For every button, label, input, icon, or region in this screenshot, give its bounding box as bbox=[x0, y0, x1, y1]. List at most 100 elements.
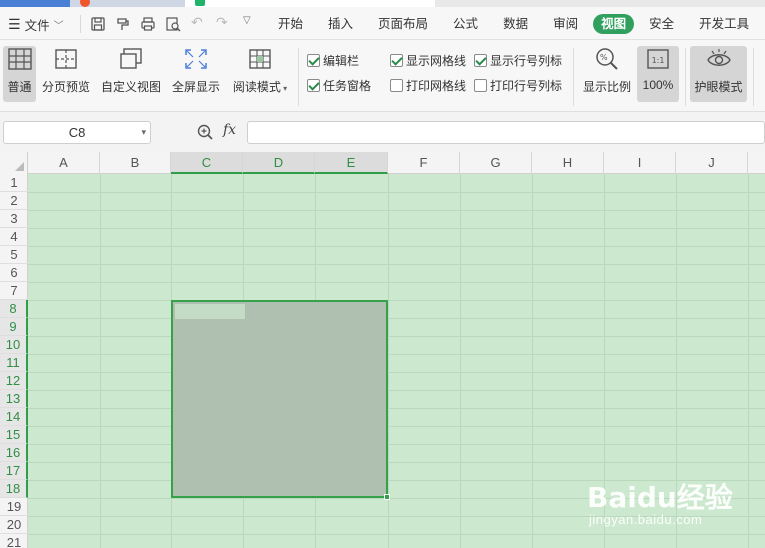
spreadsheet-grid[interactable]: A B C D E F G H I J 1 2 3 4 5 6 7 8 9 10… bbox=[0, 152, 765, 548]
name-box-dropdown-icon[interactable]: ▾ bbox=[141, 122, 146, 143]
column-header-b[interactable]: B bbox=[100, 152, 171, 174]
tab-formulas[interactable]: 公式 bbox=[443, 14, 488, 34]
row-header-16[interactable]: 16 bbox=[0, 444, 28, 462]
ribbon-divider bbox=[685, 48, 686, 106]
column-header-e[interactable]: E bbox=[315, 152, 388, 174]
tab-document-active[interactable] bbox=[185, 0, 435, 7]
tab-home-window[interactable] bbox=[0, 0, 70, 7]
select-all-corner[interactable] bbox=[0, 152, 28, 174]
row-header-4[interactable]: 4 bbox=[0, 228, 28, 246]
format-painter-icon[interactable] bbox=[115, 16, 131, 32]
print-gridlines-toggle[interactable]: 打印网格线 bbox=[390, 77, 466, 94]
active-cell[interactable] bbox=[175, 304, 245, 319]
print-icon[interactable] bbox=[140, 16, 156, 32]
row-header-20[interactable]: 20 bbox=[0, 516, 28, 534]
undo-icon[interactable]: ↶ bbox=[191, 14, 207, 30]
normal-view-icon bbox=[5, 46, 35, 72]
fill-handle[interactable] bbox=[384, 494, 390, 500]
row-header-19[interactable]: 19 bbox=[0, 498, 28, 516]
zoom-button[interactable]: % 显示比例 bbox=[581, 46, 633, 95]
row-header-15[interactable]: 15 bbox=[0, 426, 28, 444]
eye-icon bbox=[704, 46, 734, 72]
row-header-21[interactable]: 21 bbox=[0, 534, 28, 548]
normal-view-button[interactable]: 普通 bbox=[3, 46, 36, 102]
row-header-13[interactable]: 13 bbox=[0, 390, 28, 408]
tab-start[interactable]: 开始 bbox=[268, 14, 313, 34]
customize-dropdown-icon[interactable]: ▽ bbox=[243, 15, 259, 31]
formula-bar-toggle[interactable]: 编辑栏 bbox=[307, 52, 359, 69]
column-header-g[interactable]: G bbox=[460, 152, 532, 174]
column-header-c[interactable]: C bbox=[171, 152, 243, 174]
print-headings-toggle[interactable]: 打印行号列标 bbox=[474, 77, 562, 94]
tab-page-layout[interactable]: 页面布局 bbox=[368, 14, 438, 34]
row-header-17[interactable]: 17 bbox=[0, 462, 28, 480]
row-header-14[interactable]: 14 bbox=[0, 408, 28, 426]
row-header-3[interactable]: 3 bbox=[0, 210, 28, 228]
svg-text:%: % bbox=[600, 53, 608, 62]
tab-insert[interactable]: 插入 bbox=[318, 14, 363, 34]
checkbox[interactable] bbox=[307, 54, 320, 67]
row-headers: 1 2 3 4 5 6 7 8 9 10 11 12 13 14 15 16 1… bbox=[0, 174, 28, 548]
row-header-12[interactable]: 12 bbox=[0, 372, 28, 390]
column-header-f[interactable]: F bbox=[388, 152, 460, 174]
column-header-i[interactable]: I bbox=[604, 152, 676, 174]
tab-security[interactable]: 安全 bbox=[639, 14, 684, 34]
zoom-100-button[interactable]: 1:1 100% bbox=[637, 46, 679, 102]
gridline bbox=[532, 174, 533, 548]
name-box[interactable]: C8 ▾ bbox=[3, 121, 151, 144]
print-headings-label: 打印行号列标 bbox=[490, 79, 563, 93]
full-screen-icon bbox=[181, 46, 211, 72]
tab-view[interactable]: 视图 bbox=[593, 13, 635, 34]
save-icon[interactable] bbox=[90, 16, 106, 32]
eye-protection-button[interactable]: 护眼模式 bbox=[690, 46, 747, 102]
tab-document-1[interactable] bbox=[70, 0, 185, 7]
file-menu-button[interactable]: ☰ 文件 ﹀ bbox=[8, 15, 64, 34]
row-header-6[interactable]: 6 bbox=[0, 264, 28, 282]
full-screen-label: 全屏显示 bbox=[171, 80, 220, 94]
show-gridlines-toggle[interactable]: 显示网格线 bbox=[390, 52, 466, 69]
page-break-preview-button[interactable]: 分页预览 bbox=[41, 46, 91, 95]
column-header-j[interactable]: J bbox=[676, 152, 748, 174]
row-header-2[interactable]: 2 bbox=[0, 192, 28, 210]
row-header-8[interactable]: 8 bbox=[0, 300, 28, 318]
menu-bar: ☰ 文件 ﹀ ↶ ↷ ▽ 开始 插入 页面布局 公式 数据 审阅 视图 安全 开… bbox=[0, 7, 765, 40]
gridline bbox=[28, 282, 765, 283]
gridline bbox=[28, 534, 765, 535]
show-headings-toggle[interactable]: 显示行号列标 bbox=[474, 52, 562, 69]
reading-mode-label: 阅读模式 bbox=[232, 80, 281, 94]
row-header-11[interactable]: 11 bbox=[0, 354, 28, 372]
print-preview-icon[interactable] bbox=[165, 16, 181, 32]
task-pane-toggle-label: 任务窗格 bbox=[323, 79, 372, 93]
reading-mode-dropdown-icon[interactable]: ▾ bbox=[281, 84, 287, 93]
page-break-label: 分页预览 bbox=[41, 80, 90, 94]
row-header-7[interactable]: 7 bbox=[0, 282, 28, 300]
row-header-18[interactable]: 18 bbox=[0, 480, 28, 498]
tab-review[interactable]: 审阅 bbox=[543, 14, 588, 34]
row-header-1[interactable]: 1 bbox=[0, 174, 28, 192]
row-header-9[interactable]: 9 bbox=[0, 318, 28, 336]
column-header-a[interactable]: A bbox=[28, 152, 100, 174]
column-header-d[interactable]: D bbox=[243, 152, 315, 174]
show-headings-label: 显示行号列标 bbox=[490, 54, 563, 68]
checkbox[interactable] bbox=[474, 79, 487, 92]
reading-mode-button[interactable]: 阅读模式 ▾ bbox=[230, 46, 290, 95]
column-header-h[interactable]: H bbox=[532, 152, 604, 174]
zoom-in-icon[interactable] bbox=[197, 124, 213, 140]
checkbox[interactable] bbox=[474, 54, 487, 67]
tab-data[interactable]: 数据 bbox=[493, 14, 538, 34]
row-header-5[interactable]: 5 bbox=[0, 246, 28, 264]
gridline bbox=[28, 480, 765, 481]
tab-developer[interactable]: 开发工具 bbox=[689, 14, 759, 34]
insert-function-button[interactable]: fx bbox=[223, 122, 236, 138]
gridline bbox=[28, 390, 765, 391]
redo-icon[interactable]: ↷ bbox=[216, 14, 232, 30]
formula-input[interactable] bbox=[247, 121, 765, 144]
checkbox[interactable] bbox=[390, 54, 403, 67]
full-screen-button[interactable]: 全屏显示 bbox=[171, 46, 221, 95]
selected-range[interactable] bbox=[171, 300, 390, 500]
checkbox[interactable] bbox=[390, 79, 403, 92]
row-header-10[interactable]: 10 bbox=[0, 336, 28, 354]
custom-view-button[interactable]: 自定义视图 bbox=[100, 46, 162, 95]
checkbox[interactable] bbox=[307, 79, 320, 92]
task-pane-toggle[interactable]: 任务窗格 bbox=[307, 77, 371, 94]
